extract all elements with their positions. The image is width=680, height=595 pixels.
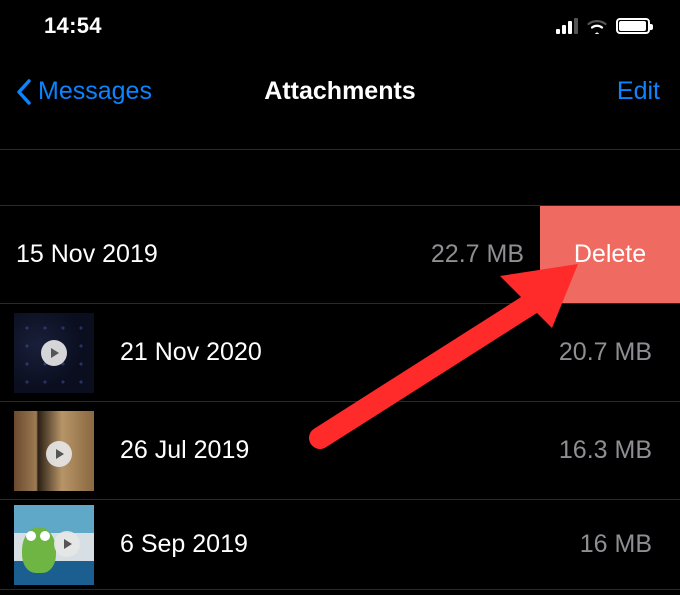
chevron-left-icon [16,77,34,107]
attachment-row[interactable]: 6 Sep 2019 16 MB [0,500,680,590]
attachment-size: 22.7 MB [431,240,524,269]
attachment-date: 26 Jul 2019 [120,436,559,465]
attachment-date: 15 Nov 2019 [16,240,158,269]
attachment-thumbnail [14,411,94,491]
back-label: Messages [38,77,152,106]
attachment-row[interactable]: 21 Nov 2020 20.7 MB [0,304,680,402]
attachment-size: 20.7 MB [559,338,652,367]
attachment-row-swiped[interactable]: 15 Nov 2019 22.7 MB Delete [0,206,680,304]
delete-button[interactable]: Delete [540,206,680,303]
attachment-thumbnail [14,505,94,585]
section-spacer [0,150,680,206]
play-icon [54,531,80,557]
attachment-date: 6 Sep 2019 [120,530,580,559]
back-button[interactable]: Messages [16,77,152,107]
cellular-signal-icon [556,18,578,34]
attachment-row-content[interactable]: 15 Nov 2019 22.7 MB [0,206,540,303]
status-bar: 14:54 [0,0,680,52]
attachment-date: 21 Nov 2020 [120,338,559,367]
status-time: 14:54 [44,13,102,39]
play-icon [41,340,67,366]
attachment-size: 16.3 MB [559,436,652,465]
wifi-icon [586,18,608,34]
attachment-size: 16 MB [580,530,652,559]
play-icon [46,441,72,467]
attachment-row[interactable]: 26 Jul 2019 16.3 MB [0,402,680,500]
edit-button[interactable]: Edit [617,77,660,106]
page-title: Attachments [264,77,415,106]
battery-icon [616,18,650,34]
attachment-thumbnail [14,313,94,393]
status-icons [556,18,650,34]
nav-bar: Messages Attachments Edit [0,52,680,150]
